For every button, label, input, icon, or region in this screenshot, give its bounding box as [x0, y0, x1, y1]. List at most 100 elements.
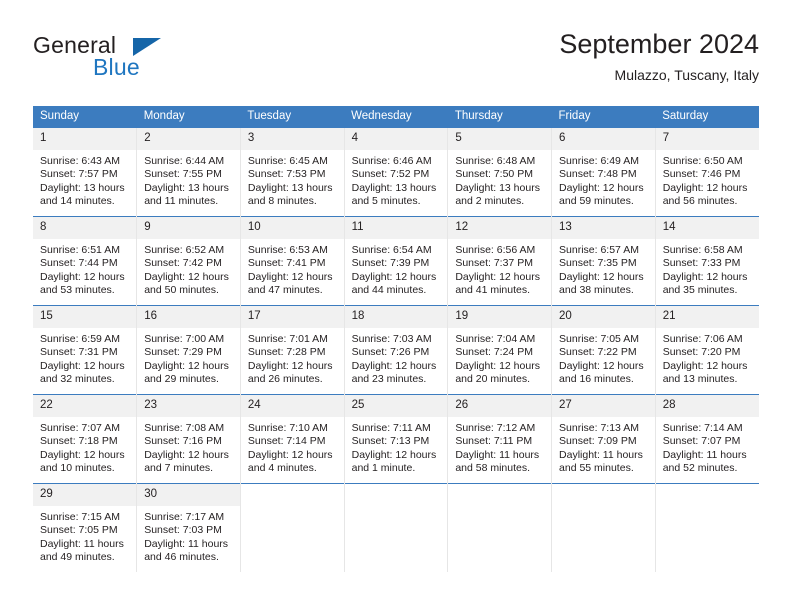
sunrise-text: Sunrise: 6:46 AM: [351, 155, 432, 167]
day-details: Sunrise: 6:56 AM Sunset: 7:37 PM Daylight:…: [448, 239, 551, 298]
calendar-day-cell[interactable]: 4 Sunrise: 6:46 AM Sunset: 7:52 PM Daylight…: [343, 128, 448, 217]
sunset-text: Sunset: 7:46 PM: [662, 168, 741, 181]
daylight-text: Daylight: 12 hours and 16 minutes.: [559, 359, 644, 386]
day-number: 16: [137, 306, 240, 328]
calendar-day-cell[interactable]: 21 Sunrise: 7:06 AM Sunset: 7:20 PM Dayligh…: [654, 305, 759, 395]
day-number: 8: [33, 217, 137, 239]
calendar-day-cell[interactable]: 25 Sunrise: 7:11 AM Sunset: 7:13 PM Dayligh…: [343, 394, 448, 484]
weekday-header-thursday: Thursday: [447, 106, 552, 128]
calendar-day-cell[interactable]: 15 Sunrise: 6:59 AM Sunset: 7:31 PM Dayligh…: [33, 305, 137, 395]
sunrise-text: Sunrise: 7:05 AM: [559, 333, 639, 345]
calendar-day-cell[interactable]: 26 Sunrise: 7:12 AM Sunset: 7:11 PM Dayligh…: [447, 394, 552, 484]
calendar-day-cell[interactable]: 6 Sunrise: 6:49 AM Sunset: 7:48 PM Daylight…: [551, 128, 656, 217]
calendar-day-cell[interactable]: 12 Sunrise: 6:56 AM Sunset: 7:37 PM Dayligh…: [447, 216, 552, 306]
day-details: Sunrise: 7:04 AM Sunset: 7:24 PM Daylight:…: [448, 328, 551, 387]
weekday-header-tuesday: Tuesday: [240, 106, 345, 128]
calendar-day-cell[interactable]: 3 Sunrise: 6:45 AM Sunset: 7:53 PM Daylight…: [239, 128, 345, 217]
sunrise-text: Sunrise: 7:01 AM: [247, 333, 328, 345]
calendar-day-cell[interactable]: 17 Sunrise: 7:01 AM Sunset: 7:28 PM Dayligh…: [239, 305, 345, 395]
calendar-day-cell[interactable]: 9 Sunrise: 6:52 AM Sunset: 7:42 PM Daylight…: [136, 216, 241, 306]
daylight-text: Daylight: 12 hours and 32 minutes.: [40, 359, 125, 386]
calendar-day-cell[interactable]: 8 Sunrise: 6:51 AM Sunset: 7:44 PM Daylight…: [33, 216, 137, 306]
brand-logo[interactable]: General Blue: [33, 32, 263, 88]
sunrise-text: Sunrise: 6:45 AM: [247, 155, 328, 167]
calendar-day-cell[interactable]: 1 Sunrise: 6:43 AM Sunset: 7:57 PM Daylight…: [33, 128, 137, 217]
calendar-day-cell[interactable]: 29 Sunrise: 7:15 AM Sunset: 7:05 PM Dayligh…: [33, 483, 137, 572]
sunset-text: Sunset: 7:35 PM: [559, 257, 637, 270]
day-details: Sunrise: 6:50 AM Sunset: 7:46 PM Daylight:…: [656, 150, 759, 209]
calendar-day-cell[interactable]: 30 Sunrise: 7:17 AM Sunset: 7:03 PM Dayligh…: [136, 483, 241, 572]
calendar-day-cell[interactable]: 20 Sunrise: 7:05 AM Sunset: 7:22 PM Dayligh…: [551, 305, 656, 395]
day-number: 18: [344, 306, 448, 328]
day-number: 25: [344, 395, 448, 417]
calendar-day-cell[interactable]: 18 Sunrise: 7:03 AM Sunset: 7:26 PM Dayligh…: [343, 305, 448, 395]
sunset-text: Sunset: 7:55 PM: [144, 168, 222, 181]
sunset-text: Sunset: 7:42 PM: [144, 257, 222, 270]
sunset-text: Sunset: 7:29 PM: [144, 346, 222, 359]
daylight-text: Daylight: 11 hours and 52 minutes.: [662, 448, 747, 475]
page-title: September 2024: [559, 29, 759, 59]
day-details: Sunrise: 6:48 AM Sunset: 7:50 PM Daylight:…: [448, 150, 551, 209]
sunset-text: Sunset: 7:11 PM: [455, 435, 533, 448]
sunset-text: Sunset: 7:33 PM: [662, 257, 741, 270]
daylight-text: Daylight: 12 hours and 13 minutes.: [662, 359, 748, 386]
day-number: 10: [240, 217, 344, 239]
page-header: General Blue September 2024 Mulazzo, Tus…: [33, 28, 759, 96]
calendar-day-cell[interactable]: 14 Sunrise: 6:58 AM Sunset: 7:33 PM Dayligh…: [654, 216, 759, 306]
day-details: Sunrise: 6:46 AM Sunset: 7:52 PM Daylight:…: [345, 150, 448, 209]
day-number: 5: [448, 128, 552, 150]
day-number: 22: [33, 395, 137, 417]
sunset-text: Sunset: 7:41 PM: [247, 257, 326, 270]
day-number: 24: [240, 395, 344, 417]
daylight-text: Daylight: 11 hours and 55 minutes.: [559, 448, 643, 475]
calendar-day-cell[interactable]: 24 Sunrise: 7:10 AM Sunset: 7:14 PM Dayligh…: [239, 394, 345, 484]
daylight-text: Daylight: 12 hours and 26 minutes.: [247, 359, 333, 386]
sunset-text: Sunset: 7:52 PM: [351, 168, 430, 181]
calendar-day-cell[interactable]: 28 Sunrise: 7:14 AM Sunset: 7:07 PM Dayligh…: [654, 394, 759, 484]
calendar-day-cell[interactable]: 2 Sunrise: 6:44 AM Sunset: 7:55 PM Daylight…: [136, 128, 241, 217]
calendar-empty-cell: [343, 483, 448, 572]
day-number: 20: [552, 306, 655, 328]
sunset-text: Sunset: 7:22 PM: [559, 346, 637, 359]
calendar-day-cell[interactable]: 13 Sunrise: 6:57 AM Sunset: 7:35 PM Dayligh…: [551, 216, 656, 306]
sunrise-text: Sunrise: 7:12 AM: [455, 422, 536, 434]
day-details: Sunrise: 6:45 AM Sunset: 7:53 PM Daylight:…: [241, 150, 344, 209]
calendar-day-cell[interactable]: 10 Sunrise: 6:53 AM Sunset: 7:41 PM Dayligh…: [239, 216, 345, 306]
sunrise-text: Sunrise: 7:11 AM: [351, 422, 431, 434]
calendar-day-cell[interactable]: 27 Sunrise: 7:13 AM Sunset: 7:09 PM Dayligh…: [551, 394, 656, 484]
day-number: 29: [33, 484, 137, 506]
calendar-day-cell[interactable]: 5 Sunrise: 6:48 AM Sunset: 7:50 PM Daylight…: [447, 128, 552, 217]
weekday-header-wednesday: Wednesday: [344, 106, 448, 128]
day-number: 12: [448, 217, 552, 239]
day-details: Sunrise: 7:07 AM Sunset: 7:18 PM Daylight:…: [33, 417, 136, 476]
calendar-body: 1 Sunrise: 6:43 AM Sunset: 7:57 PM Daylight…: [33, 128, 759, 572]
sunset-text: Sunset: 7:26 PM: [351, 346, 430, 359]
sunrise-text: Sunrise: 7:06 AM: [662, 333, 743, 345]
calendar-day-cell[interactable]: 23 Sunrise: 7:08 AM Sunset: 7:16 PM Dayligh…: [136, 394, 241, 484]
day-details: Sunrise: 7:17 AM Sunset: 7:03 PM Daylight:…: [137, 506, 240, 565]
day-number: 11: [344, 217, 448, 239]
day-details: Sunrise: 7:11 AM Sunset: 7:13 PM Daylight:…: [345, 417, 448, 476]
day-number: 13: [552, 217, 655, 239]
day-number: 3: [240, 128, 344, 150]
day-number: 14: [655, 217, 759, 239]
daylight-text: Daylight: 12 hours and 29 minutes.: [144, 359, 229, 386]
sunset-text: Sunset: 7:37 PM: [455, 257, 533, 270]
calendar-day-cell[interactable]: 22 Sunrise: 7:07 AM Sunset: 7:18 PM Dayligh…: [33, 394, 137, 484]
calendar-day-cell[interactable]: 19 Sunrise: 7:04 AM Sunset: 7:24 PM Dayligh…: [447, 305, 552, 395]
daylight-text: Daylight: 13 hours and 8 minutes.: [247, 181, 333, 208]
calendar-day-cell[interactable]: 11 Sunrise: 6:54 AM Sunset: 7:39 PM Dayligh…: [343, 216, 448, 306]
weekday-header-sunday: Sunday: [33, 106, 137, 128]
calendar-empty-cell: [654, 483, 759, 572]
sunrise-text: Sunrise: 7:13 AM: [559, 422, 639, 434]
weekday-header-friday: Friday: [551, 106, 656, 128]
sunrise-text: Sunrise: 7:14 AM: [662, 422, 743, 434]
calendar-day-cell[interactable]: 7 Sunrise: 6:50 AM Sunset: 7:46 PM Daylight…: [654, 128, 759, 217]
sunrise-text: Sunrise: 6:53 AM: [247, 244, 328, 256]
daylight-text: Daylight: 12 hours and 41 minutes.: [455, 270, 540, 297]
calendar-day-cell[interactable]: 16 Sunrise: 7:00 AM Sunset: 7:29 PM Dayligh…: [136, 305, 241, 395]
calendar-week-row: 8 Sunrise: 6:51 AM Sunset: 7:44 PM Daylight…: [33, 216, 759, 306]
day-details: Sunrise: 7:08 AM Sunset: 7:16 PM Daylight:…: [137, 417, 240, 476]
sunrise-text: Sunrise: 6:43 AM: [40, 155, 120, 167]
sunrise-text: Sunrise: 6:44 AM: [144, 155, 225, 167]
